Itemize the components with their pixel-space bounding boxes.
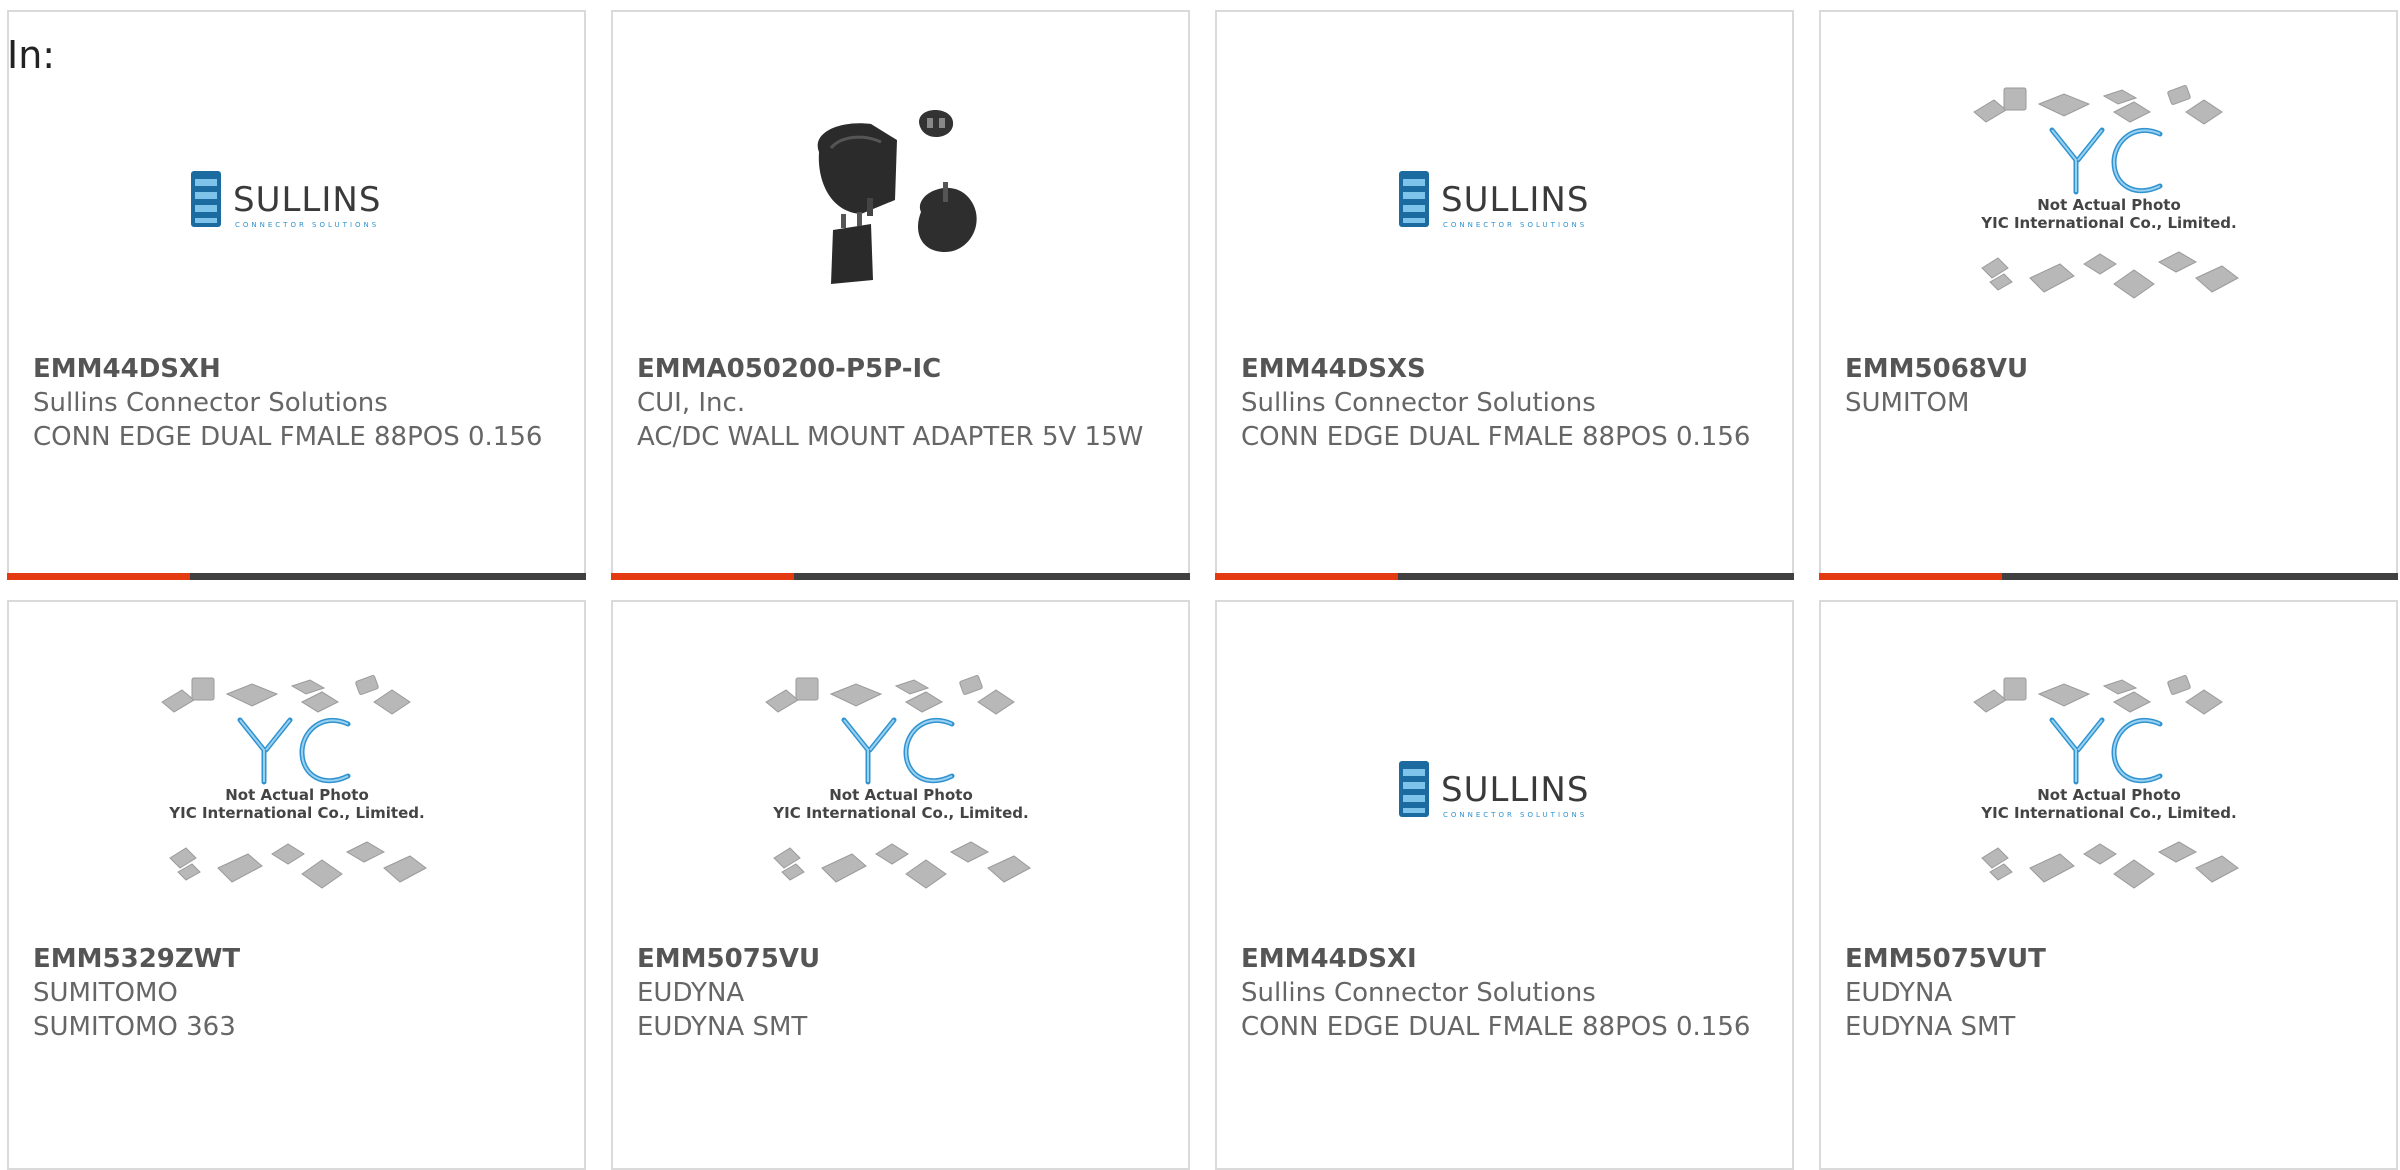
card-bottom-bar <box>611 573 1190 580</box>
description: AC/DC WALL MOUNT ADAPTER 5V 15W <box>637 422 1144 452</box>
sullins-logo: SULLINS CONNECTOR SOLUTIONS <box>1398 761 1589 819</box>
part-number-link[interactable]: EMMA050200-P5P-IC <box>637 352 1157 386</box>
yic-placeholder-image: Not Actual Photo YIC International Co., … <box>1972 675 2239 889</box>
svg-text:CONNECTOR SOLUTIONS: CONNECTOR SOLUTIONS <box>1443 811 1587 819</box>
card-accent-bar <box>611 573 794 580</box>
product-card[interactable]: SULLINS CONNECTOR SOLUTIONS EMM44DSXH Sul… <box>7 10 586 580</box>
product-info: EMM5068VU SUMITOM <box>1845 352 2365 420</box>
product-info: EMM5075VU EUDYNA EUDYNA SMT <box>637 942 1157 1044</box>
sullins-logo: SULLINS CONNECTOR SOLUTIONS <box>1398 171 1589 229</box>
description: CONN EDGE DUAL FMALE 88POS 0.156 <box>1241 422 1751 452</box>
product-card[interactable]: Not Actual Photo YIC International Co., … <box>1819 10 2398 580</box>
part-number-link[interactable]: EMM44DSXS <box>1241 352 1761 386</box>
svg-text:Not Actual Photo: Not Actual Photo <box>2037 196 2181 214</box>
manufacturer: Sullins Connector Solutions <box>1241 388 1596 418</box>
manufacturer: SUMITOM <box>1845 388 1970 418</box>
svg-text:SULLINS: SULLINS <box>233 180 381 220</box>
wall-adapter-image <box>817 110 977 284</box>
product-image[interactable]: Not Actual Photo YIC International Co., … <box>1821 52 2396 352</box>
product-info: EMM44DSXI Sullins Connector Solutions CONN… <box>1241 942 1761 1044</box>
product-card[interactable]: Not Actual Photo YIC International Co., … <box>611 600 1190 1170</box>
product-info: EMM5329ZWT SUMITOMO SUMITOMO 363 <box>33 942 553 1044</box>
part-number-link[interactable]: EMM44DSXI <box>1241 942 1761 976</box>
card-bottom-bar <box>7 573 586 580</box>
part-number-link[interactable]: EMM5329ZWT <box>33 942 553 976</box>
product-card[interactable]: EMMA050200-P5P-IC CUI, Inc. AC/DC WALL MOU… <box>611 10 1190 580</box>
product-image[interactable]: Not Actual Photo YIC International Co., … <box>613 642 1188 942</box>
product-info: EMM44DSXS Sullins Connector Solutions CONN… <box>1241 352 1761 454</box>
product-card[interactable]: Not Actual Photo YIC International Co., … <box>7 600 586 1170</box>
manufacturer: SUMITOMO <box>33 978 178 1008</box>
svg-text:CONNECTOR SOLUTIONS: CONNECTOR SOLUTIONS <box>235 221 379 229</box>
card-accent-bar <box>1819 573 2002 580</box>
product-image[interactable]: SULLINS CONNECTOR SOLUTIONS <box>1217 52 1792 352</box>
svg-text:SULLINS: SULLINS <box>1441 180 1589 220</box>
sullins-logo: SULLINS CONNECTOR SOLUTIONS <box>190 171 381 229</box>
svg-text:YIC International Co., Limited: YIC International Co., Limited. <box>772 804 1028 822</box>
description: EUDYNA SMT <box>637 1012 808 1042</box>
yic-placeholder-image: Not Actual Photo YIC International Co., … <box>160 675 427 889</box>
product-image[interactable]: SULLINS CONNECTOR SOLUTIONS <box>1217 642 1792 942</box>
manufacturer: EUDYNA <box>1845 978 1953 1008</box>
product-image[interactable] <box>613 52 1188 352</box>
manufacturer: Sullins Connector Solutions <box>1241 978 1596 1008</box>
manufacturer: EUDYNA <box>637 978 745 1008</box>
part-number-link[interactable]: EMM44DSXH <box>33 352 553 386</box>
svg-text:YIC International Co., Limited: YIC International Co., Limited. <box>1980 804 2236 822</box>
description: EUDYNA SMT <box>1845 1012 2016 1042</box>
svg-text:Not Actual Photo: Not Actual Photo <box>829 786 973 804</box>
svg-text:SULLINS: SULLINS <box>1441 770 1589 810</box>
card-bottom-bar <box>1215 573 1794 580</box>
svg-text:Not Actual Photo: Not Actual Photo <box>2037 786 2181 804</box>
card-accent-bar <box>7 573 190 580</box>
product-image[interactable]: Not Actual Photo YIC International Co., … <box>1821 642 2396 942</box>
filter-label: In: <box>7 33 56 77</box>
svg-text:YIC International Co., Limited: YIC International Co., Limited. <box>1980 214 2236 232</box>
svg-text:Not Actual Photo: Not Actual Photo <box>225 786 369 804</box>
product-info: EMM5075VUT EUDYNA EUDYNA SMT <box>1845 942 2365 1044</box>
product-info: EMMA050200-P5P-IC CUI, Inc. AC/DC WALL MOU… <box>637 352 1157 454</box>
svg-text:YIC International Co., Limited: YIC International Co., Limited. <box>168 804 424 822</box>
part-number-link[interactable]: EMM5075VU <box>637 942 1157 976</box>
part-number-link[interactable]: EMM5068VU <box>1845 352 2365 386</box>
manufacturer: CUI, Inc. <box>637 388 746 418</box>
product-image[interactable]: Not Actual Photo YIC International Co., … <box>9 642 584 942</box>
card-bottom-bar <box>1819 573 2398 580</box>
yic-placeholder-image: Not Actual Photo YIC International Co., … <box>764 675 1031 889</box>
product-card[interactable]: SULLINS CONNECTOR SOLUTIONS EMM44DSXS Sul… <box>1215 10 1794 580</box>
description: CONN EDGE DUAL FMALE 88POS 0.156 <box>33 422 543 452</box>
card-accent-bar <box>1215 573 1398 580</box>
product-card[interactable]: SULLINS CONNECTOR SOLUTIONS EMM44DSXI Sul… <box>1215 600 1794 1170</box>
product-info: EMM44DSXH Sullins Connector Solutions CONN… <box>33 352 553 454</box>
description: SUMITOMO 363 <box>33 1012 236 1042</box>
description: CONN EDGE DUAL FMALE 88POS 0.156 <box>1241 1012 1751 1042</box>
product-image[interactable]: SULLINS CONNECTOR SOLUTIONS <box>9 52 584 352</box>
manufacturer: Sullins Connector Solutions <box>33 388 388 418</box>
svg-text:CONNECTOR SOLUTIONS: CONNECTOR SOLUTIONS <box>1443 221 1587 229</box>
part-number-link[interactable]: EMM5075VUT <box>1845 942 2365 976</box>
yic-placeholder-image: Not Actual Photo YIC International Co., … <box>1972 85 2239 299</box>
product-card[interactable]: Not Actual Photo YIC International Co., … <box>1819 600 2398 1170</box>
